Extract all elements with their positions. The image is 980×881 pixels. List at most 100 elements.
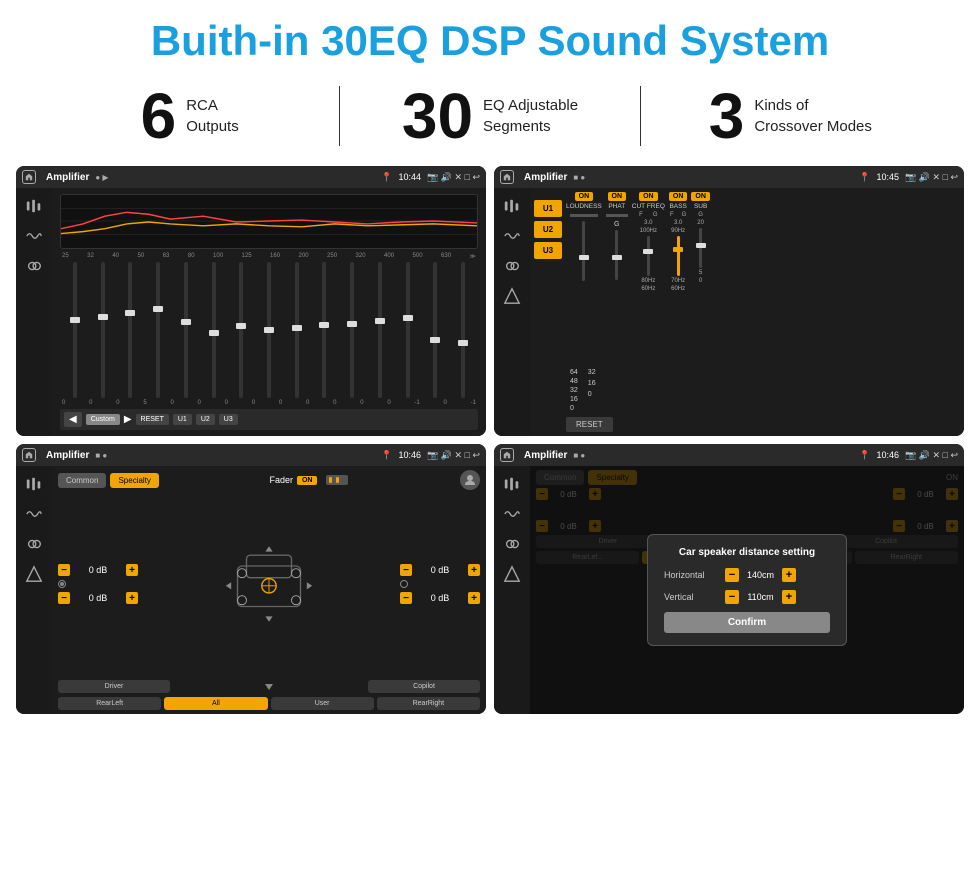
dialog-title-text: Car speaker distance setting [664,547,830,558]
crossover-status-icons: 📷 🔊 ✕ □ ↩ [905,172,958,183]
rearleft-btn[interactable]: RearLeft [58,697,161,710]
eq-u3-btn[interactable]: U3 [219,414,238,425]
db2-value: 0 dB [73,593,123,603]
dialog-icon-2[interactable] [500,504,524,524]
preset-u3[interactable]: U3 [534,242,562,259]
horizontal-ctrl: − 140cm + [725,568,796,582]
rearright-btn[interactable]: RearRight [377,697,480,710]
fader-time: 10:46 [399,450,422,460]
crossover-sidebar [494,188,530,436]
fader-profile-icon[interactable] [460,470,480,490]
vertical-minus[interactable]: − [725,590,739,604]
stats-row: 6 RCAOutputs 30 EQ AdjustableSegments 3 … [0,74,980,162]
fader-mode-specialty[interactable]: Specialty [110,473,158,488]
stat-crossover: 3 Kinds ofCrossover Modes [641,84,940,148]
preset-u1[interactable]: U1 [534,200,562,217]
fader-mode-common[interactable]: Common [58,473,106,488]
home-icon[interactable] [22,170,36,184]
stat-eq: 30 EQ AdjustableSegments [340,84,639,148]
eq-u2-btn[interactable]: U2 [196,414,215,425]
fader-icon-1[interactable] [22,474,46,494]
fader-location: 📍 [381,450,392,461]
db4-plus[interactable]: + [468,592,480,604]
vertical-value: 110cm [743,592,778,602]
sub-on[interactable]: ON [691,192,710,201]
db4-minus[interactable]: − [400,592,412,604]
eq-icon-1[interactable] [22,196,46,216]
fader-on-btn[interactable]: ON [297,476,318,485]
fader-home-icon[interactable] [22,448,36,462]
screen-fader: Amplifier ■ ● 📍 10:46 📷 🔊 ✕ □ ↩ [16,444,486,714]
stat-rca: 6 RCAOutputs [40,84,339,148]
phat-label: PHAT [608,203,625,210]
db1-minus[interactable]: − [58,564,70,576]
eq-time: 10:44 [399,172,422,182]
horizontal-row: Horizontal − 140cm + [664,568,830,582]
eq-icon-2[interactable] [22,226,46,246]
stat-label-eq: EQ AdjustableSegments [483,95,578,137]
crossover-home-icon[interactable] [500,170,514,184]
cutfreq-on[interactable]: ON [639,192,658,201]
crossover-app-title: Amplifier [524,172,567,183]
screens-grid: Amplifier ● ▶ 📍 10:44 📷 🔊 ✕ □ ↩ [0,166,980,714]
vertical-plus[interactable]: + [782,590,796,604]
vertical-ctrl: − 110cm + [725,590,796,604]
fader-icon-4[interactable] [22,564,46,584]
eq-reset-btn[interactable]: RESET [136,414,169,425]
fader-status-bar: Amplifier ■ ● 📍 10:46 📷 🔊 ✕ □ ↩ [16,444,486,466]
eq-play-btn[interactable]: ▶ [124,414,132,425]
db4-value: 0 dB [415,593,465,603]
db2-minus[interactable]: − [58,592,70,604]
loudness-label: LOUDNESS [566,203,602,210]
eq-u1-btn[interactable]: U1 [173,414,192,425]
eq-freq-labels: 2532405063 80100125160200 25032040050063… [60,253,478,260]
dialog-home-icon[interactable] [500,448,514,462]
dialog-sidebar [494,466,530,714]
cutfreq-label: CUT FREQ [632,203,665,210]
stat-number-6: 6 [141,84,177,148]
screen-dialog: Amplifier ■ ● 📍 10:46 📷 🔊 ✕ □ ↩ [494,444,964,714]
loudness-on[interactable]: ON [575,192,594,201]
fader-app-title: Amplifier [46,450,89,461]
driver-btn[interactable]: Driver [58,680,170,693]
all-btn[interactable]: All [164,697,267,710]
db3-plus[interactable]: + [468,564,480,576]
db2-plus[interactable]: + [126,592,138,604]
crossover-status-bar: Amplifier ■ ● 📍 10:45 📷 🔊 ✕ □ ↩ [494,166,964,188]
db3-value: 0 dB [415,565,465,575]
crossover-icon-2[interactable] [500,226,524,246]
horizontal-plus[interactable]: + [782,568,796,582]
bass-on[interactable]: ON [669,192,688,201]
db3-minus[interactable]: − [400,564,412,576]
bass-label: BASS [669,203,686,210]
dialog-icon-4[interactable] [500,564,524,584]
fader-icon-3[interactable] [22,534,46,554]
crossover-time: 10:45 [877,172,900,182]
dialog-dots: ■ ● [573,451,585,460]
crossover-icon-4[interactable] [500,286,524,306]
dialog-box: Car speaker distance setting Horizontal … [647,534,847,646]
dialog-overlay: Car speaker distance setting Horizontal … [530,466,964,714]
stat-number-3: 3 [709,84,745,148]
horizontal-minus[interactable]: − [725,568,739,582]
eq-custom-label: Custom [86,414,120,425]
eq-prev-btn[interactable]: ◀ [64,412,82,427]
crossover-reset-btn[interactable]: RESET [566,417,613,432]
crossover-icon-1[interactable] [500,196,524,216]
copilot-btn[interactable]: Copilot [368,680,480,693]
phat-on[interactable]: ON [608,192,627,201]
crossover-icon-3[interactable] [500,256,524,276]
eq-sliders [60,262,478,398]
db1-plus[interactable]: + [126,564,138,576]
vertical-label: Vertical [664,592,719,602]
fader-icon-2[interactable] [22,504,46,524]
dialog-status-bar: Amplifier ■ ● 📍 10:46 📷 🔊 ✕ □ ↩ [494,444,964,466]
fader-sidebar [16,466,52,714]
eq-icon-3[interactable] [22,256,46,276]
user-btn[interactable]: User [271,697,374,710]
crossover-dots: ■ ● [573,173,585,182]
confirm-button[interactable]: Confirm [664,612,830,633]
dialog-icon-3[interactable] [500,534,524,554]
dialog-icon-1[interactable] [500,474,524,494]
preset-u2[interactable]: U2 [534,221,562,238]
